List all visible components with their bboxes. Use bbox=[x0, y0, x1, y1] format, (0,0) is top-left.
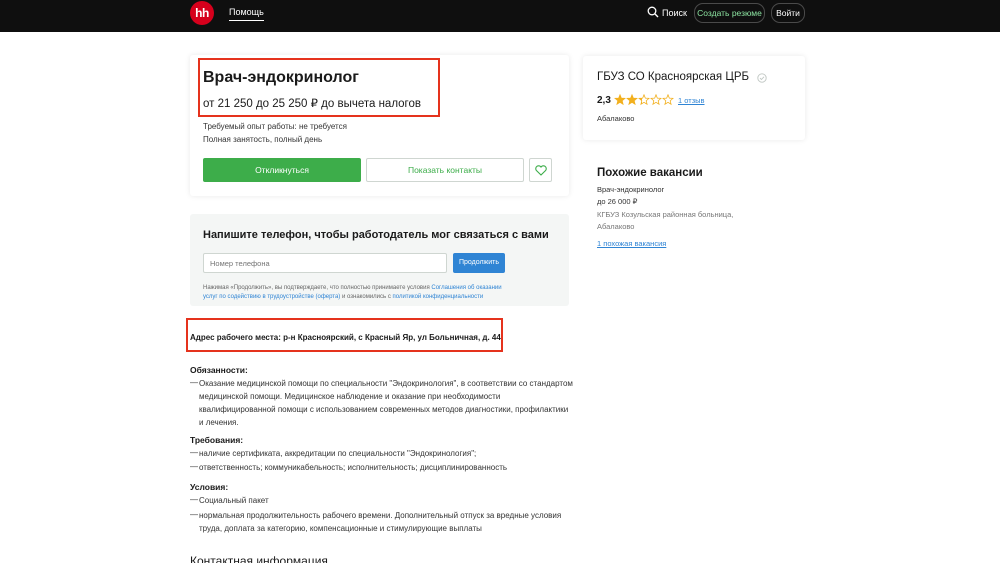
top-navbar: hh Помощь Поиск Создать резюме Войти bbox=[0, 0, 1000, 32]
contact-info-heading: Контактная информация bbox=[190, 554, 328, 563]
continue-button[interactable]: Продолжить bbox=[453, 253, 505, 273]
reviews-link[interactable]: 1 отзыв bbox=[678, 96, 705, 105]
similar-vacancy-title[interactable]: Врач-эндокринолог bbox=[597, 185, 664, 194]
employer-city: Абалаково bbox=[597, 114, 635, 123]
apply-button[interactable]: Откликнуться bbox=[203, 158, 361, 182]
phone-form-title: Напишите телефон, чтобы работодатель мог… bbox=[203, 229, 549, 241]
req-dash: — bbox=[190, 448, 198, 457]
requirement-item: ответственность; коммуникабельность; исп… bbox=[199, 463, 508, 472]
star-icon bbox=[638, 94, 650, 106]
duties-line: и лечения. bbox=[199, 418, 239, 427]
nav-help-link[interactable]: Помощь bbox=[229, 7, 264, 21]
similar-org-line: КГБУЗ Козульская районная больница, bbox=[597, 210, 734, 219]
cond-dash: — bbox=[190, 495, 198, 504]
cond-dash: — bbox=[190, 510, 198, 519]
similar-vacancies-heading: Похожие вакансии bbox=[597, 167, 703, 179]
more-similar-link[interactable]: 1 похожая вакансия bbox=[597, 239, 666, 248]
search-link[interactable]: Поиск bbox=[662, 8, 687, 18]
vacancy-title: Врач-эндокринолог bbox=[203, 69, 359, 86]
rating-stars bbox=[614, 94, 674, 106]
star-icon bbox=[650, 94, 662, 106]
vacancy-experience: Требуемый опыт работы: не требуется bbox=[203, 122, 347, 131]
condition-line: труда, доплата за категорию, компенсацио… bbox=[199, 524, 482, 533]
favorite-button[interactable] bbox=[529, 158, 552, 182]
create-resume-button[interactable]: Создать резюме bbox=[694, 3, 765, 23]
condition-item: Социальный пакет bbox=[199, 496, 269, 505]
requirements-heading: Требования: bbox=[190, 435, 244, 445]
duties-line: медицинской помощи. Медицинское наблюден… bbox=[199, 392, 501, 401]
privacy-policy-link[interactable]: политикой конфиденциальности bbox=[393, 294, 484, 300]
login-button[interactable]: Войти bbox=[771, 3, 805, 23]
legal-notice: Нажимая «Продолжить», вы подтверждаете, … bbox=[203, 284, 503, 301]
condition-line: нормальная продолжительность рабочего вр… bbox=[199, 511, 562, 520]
similar-vacancy-salary: до 26 000 ₽ bbox=[597, 197, 638, 206]
phone-input[interactable] bbox=[203, 253, 447, 273]
show-contacts-button[interactable]: Показать контакты bbox=[366, 158, 524, 182]
vacancy-employment: Полная занятость, полный день bbox=[203, 135, 323, 144]
duties-heading: Обязанности: bbox=[190, 365, 248, 375]
verified-check-icon bbox=[757, 73, 767, 83]
duties-dash: — bbox=[190, 378, 198, 387]
similar-vacancy-org: КГБУЗ Козульская районная больница, Абал… bbox=[597, 209, 757, 233]
duties-line: квалифицированной помощи с использование… bbox=[199, 405, 569, 414]
star-icon bbox=[662, 94, 674, 106]
requirement-item: наличие сертификата, аккредитации по спе… bbox=[199, 449, 477, 458]
vacancy-salary: от 21 250 до 25 250 ₽ до вычета налогов bbox=[203, 98, 421, 110]
heart-icon bbox=[535, 165, 547, 176]
star-icon bbox=[614, 94, 626, 106]
legal-text-mid: и ознакомились с bbox=[340, 293, 393, 300]
duties-line: Оказание медицинской помощи по специальн… bbox=[199, 379, 573, 388]
similar-org-line: Абалаково bbox=[597, 222, 635, 231]
legal-text-prefix: Нажимая «Продолжить», вы подтверждаете, … bbox=[203, 285, 432, 291]
condition-item: нормальная продолжительность рабочего вр… bbox=[199, 509, 579, 535]
employer-name[interactable]: ГБУЗ СО Красноярская ЦРБ bbox=[597, 71, 749, 83]
hh-logo[interactable]: hh bbox=[190, 1, 214, 25]
duties-text: Оказание медицинской помощи по специальн… bbox=[199, 377, 579, 429]
work-address: Адрес рабочего места: р-н Красноярский, … bbox=[190, 333, 501, 342]
employer-rating: 2,3 bbox=[597, 95, 611, 106]
req-dash: — bbox=[190, 462, 198, 471]
search-icon[interactable] bbox=[647, 6, 659, 18]
conditions-heading: Условия: bbox=[190, 482, 229, 492]
star-icon bbox=[626, 94, 638, 106]
